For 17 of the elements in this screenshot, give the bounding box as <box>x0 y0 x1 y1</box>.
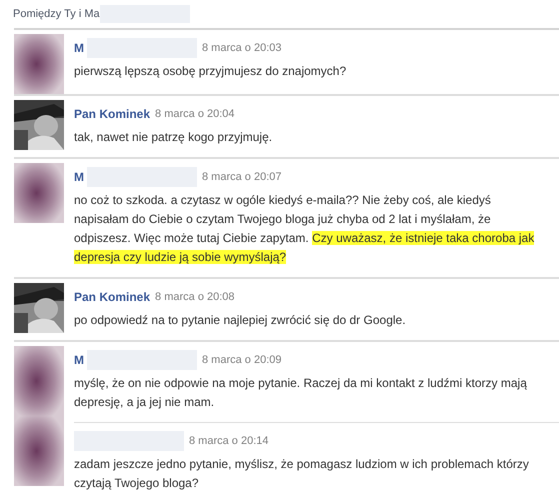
message-time: 8 marca o 20:04 <box>155 106 235 122</box>
message-time: 8 marca o 20:08 <box>155 290 235 305</box>
message-text: pierwszą lępszą osobę przyjmujesz do znajomych? <box>74 63 348 80</box>
message-time: 8 marca o 20:07 <box>202 170 282 185</box>
message-time: 8 marca o 20:03 <box>202 40 282 56</box>
sender-name[interactable]: M <box>74 39 84 57</box>
sender-name[interactable]: M <box>74 351 84 369</box>
message-text: po odpowiedź na to pytanie najlepiej zwrócić się do dr Google. <box>74 312 407 329</box>
message-time: 8 marca o 20:14 <box>189 434 268 449</box>
message-text: myślę, że on nie odpowie na moje pytanie. Raczej da mi kontakt z ludźmi ktorzy mają depresję, a ja jej nie mam. <box>74 375 528 411</box>
sender-name[interactable]: Pan Kominek <box>74 105 150 123</box>
message-text: tak, nawet nie patrzę kogo przyjmuję. <box>74 129 274 146</box>
sender-name[interactable]: M <box>74 168 84 186</box>
message-text: zadam jeszcze jedno pytanie, myślisz, że pomagasz ludziom w ich problemach którzy czytają Twojego bloga? <box>74 456 530 492</box>
sender-name[interactable]: Pan Kominek <box>74 288 150 306</box>
conversation-title: Pomiędzy Ty i Ma <box>13 6 100 22</box>
message-time: 8 marca o 20:09 <box>202 352 282 368</box>
